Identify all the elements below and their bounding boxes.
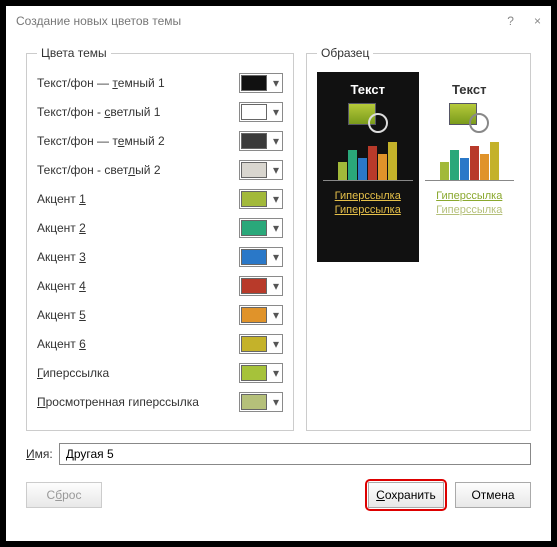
color-swatch-button[interactable]: ▾ bbox=[239, 102, 283, 122]
sample-light: Текст Гиперссылка Гиперссылка bbox=[419, 72, 521, 262]
color-swatch bbox=[241, 220, 267, 236]
color-label: Акцент 1 bbox=[37, 192, 239, 206]
sample-text-label: Текст bbox=[323, 82, 413, 97]
chevron-down-icon: ▾ bbox=[271, 279, 281, 293]
color-swatch-button[interactable]: ▾ bbox=[239, 334, 283, 354]
chevron-down-icon: ▾ bbox=[271, 221, 281, 235]
color-swatch bbox=[241, 75, 267, 91]
color-row: Текст/фон — темный 2 ▾ bbox=[37, 130, 283, 152]
sample-text-label-light: Текст bbox=[425, 82, 515, 97]
color-swatch bbox=[241, 394, 267, 410]
sample-group: Образец Текст Гиперссылка Гиперссылка Те… bbox=[306, 46, 531, 431]
color-row: Акцент 1 ▾ bbox=[37, 188, 283, 210]
chevron-down-icon: ▾ bbox=[271, 134, 281, 148]
color-label: Текст/фон — темный 2 bbox=[37, 134, 239, 148]
chevron-down-icon: ▾ bbox=[271, 366, 281, 380]
color-label: Акцент 5 bbox=[37, 308, 239, 322]
color-swatch-button[interactable]: ▾ bbox=[239, 276, 283, 296]
sample-visited-dark: Гиперссылка bbox=[323, 203, 413, 217]
color-swatch bbox=[241, 133, 267, 149]
color-swatch bbox=[241, 249, 267, 265]
color-row: Просмотренная гиперссылка ▾ bbox=[37, 391, 283, 413]
chevron-down-icon: ▾ bbox=[271, 163, 281, 177]
color-label: Акцент 2 bbox=[37, 221, 239, 235]
color-label: Акцент 4 bbox=[37, 279, 239, 293]
color-row: Акцент 2 ▾ bbox=[37, 217, 283, 239]
color-swatch bbox=[241, 104, 267, 120]
chevron-down-icon: ▾ bbox=[271, 76, 281, 90]
bar bbox=[480, 154, 489, 180]
theme-colors-group: Цвета темы Текст/фон — темный 1▾Текст/фо… bbox=[26, 46, 294, 431]
color-swatch bbox=[241, 191, 267, 207]
color-label: Текст/фон — темный 1 bbox=[37, 76, 239, 90]
sample-dark: Текст Гиперссылка Гиперссылка bbox=[317, 72, 419, 262]
sample-hyperlink-dark: Гиперссылка bbox=[323, 189, 413, 203]
bar bbox=[358, 158, 367, 180]
color-swatch-button[interactable]: ▾ bbox=[239, 392, 283, 412]
color-swatch bbox=[241, 365, 267, 381]
color-swatch-button[interactable]: ▾ bbox=[239, 363, 283, 383]
color-row: Текст/фон - светлый 1 ▾ bbox=[37, 101, 283, 123]
bar bbox=[338, 162, 347, 180]
color-swatch-button[interactable]: ▾ bbox=[239, 160, 283, 180]
color-swatch-button[interactable]: ▾ bbox=[239, 73, 283, 93]
chevron-down-icon: ▾ bbox=[271, 308, 281, 322]
color-label: Акцент 6 bbox=[37, 337, 239, 351]
theme-colors-legend: Цвета темы bbox=[37, 46, 111, 60]
color-label: Текст/фон - светлый 1 bbox=[37, 105, 239, 119]
color-swatch-button[interactable]: ▾ bbox=[239, 247, 283, 267]
bar bbox=[348, 150, 357, 180]
color-swatch-button[interactable]: ▾ bbox=[239, 131, 283, 151]
color-row: Акцент 4 ▾ bbox=[37, 275, 283, 297]
color-swatch-button[interactable]: ▾ bbox=[239, 305, 283, 325]
save-button[interactable]: Сохранить bbox=[368, 482, 444, 508]
bar bbox=[450, 150, 459, 180]
sample-visited-light: Гиперссылка bbox=[425, 203, 515, 217]
bar bbox=[440, 162, 449, 180]
title-bar: Создание новых цветов темы ? × bbox=[6, 6, 551, 36]
color-row: Акцент 5 ▾ bbox=[37, 304, 283, 326]
color-label: Текст/фон - светлый 2 bbox=[37, 163, 239, 177]
name-label: Имя: bbox=[26, 447, 53, 461]
color-label: Гиперссылка bbox=[37, 366, 239, 380]
color-swatch-button[interactable]: ▾ bbox=[239, 218, 283, 238]
bar bbox=[490, 142, 499, 180]
color-swatch bbox=[241, 307, 267, 323]
color-row: Акцент 3 ▾ bbox=[37, 246, 283, 268]
bar bbox=[470, 146, 479, 180]
help-icon[interactable]: ? bbox=[507, 14, 514, 28]
color-label: Акцент 3 bbox=[37, 250, 239, 264]
chevron-down-icon: ▾ bbox=[271, 337, 281, 351]
bar bbox=[368, 146, 377, 180]
sample-hyperlink-light: Гиперссылка bbox=[425, 189, 515, 203]
color-swatch bbox=[241, 336, 267, 352]
color-row: Гиперссылка ▾ bbox=[37, 362, 283, 384]
bar bbox=[378, 154, 387, 180]
chevron-down-icon: ▾ bbox=[271, 395, 281, 409]
highlight-ring: Сохранить bbox=[365, 479, 447, 511]
bar bbox=[388, 142, 397, 180]
name-input[interactable] bbox=[59, 443, 531, 465]
chevron-down-icon: ▾ bbox=[271, 192, 281, 206]
reset-button: Сброс bbox=[26, 482, 102, 508]
color-row: Текст/фон — темный 1 ▾ bbox=[37, 72, 283, 94]
sample-legend: Образец bbox=[317, 46, 373, 60]
cancel-button[interactable]: Отмена bbox=[455, 482, 531, 508]
bar bbox=[460, 158, 469, 180]
color-swatch-button[interactable]: ▾ bbox=[239, 189, 283, 209]
window-title: Создание новых цветов темы bbox=[16, 14, 181, 28]
color-row: Текст/фон - светлый 2 ▾ bbox=[37, 159, 283, 181]
chevron-down-icon: ▾ bbox=[271, 105, 281, 119]
color-label: Просмотренная гиперссылка bbox=[37, 395, 239, 409]
color-swatch bbox=[241, 278, 267, 294]
color-swatch bbox=[241, 162, 267, 178]
color-row: Акцент 6 ▾ bbox=[37, 333, 283, 355]
chevron-down-icon: ▾ bbox=[271, 250, 281, 264]
close-icon[interactable]: × bbox=[534, 14, 541, 28]
